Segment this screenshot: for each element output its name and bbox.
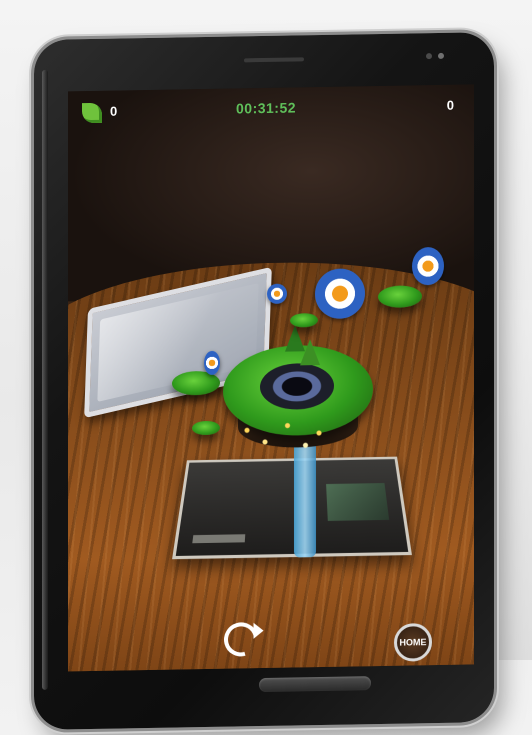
- leaf-counter: 0: [110, 103, 118, 119]
- card-artwork: [326, 483, 390, 521]
- tablet-edge: [42, 69, 48, 690]
- card-caption: [192, 534, 246, 544]
- home-button-label: HOME: [399, 637, 427, 648]
- gold-sparkles: [238, 416, 328, 459]
- target-left[interactable]: [204, 350, 220, 376]
- game-timer: 00:31:52: [236, 99, 297, 117]
- tablet-sensor: [426, 53, 432, 60]
- tablet-speaker: [244, 57, 304, 63]
- device-home-button[interactable]: [259, 676, 371, 693]
- tree: [300, 339, 320, 366]
- ar-marker-card: [172, 456, 412, 560]
- tablet-device: 0 00:31:52 0 HOME: [34, 31, 494, 731]
- score-counter: 0: [446, 97, 454, 113]
- tablet-camera: [438, 52, 444, 59]
- game-screen[interactable]: 0 00:31:52 0 HOME: [68, 84, 474, 672]
